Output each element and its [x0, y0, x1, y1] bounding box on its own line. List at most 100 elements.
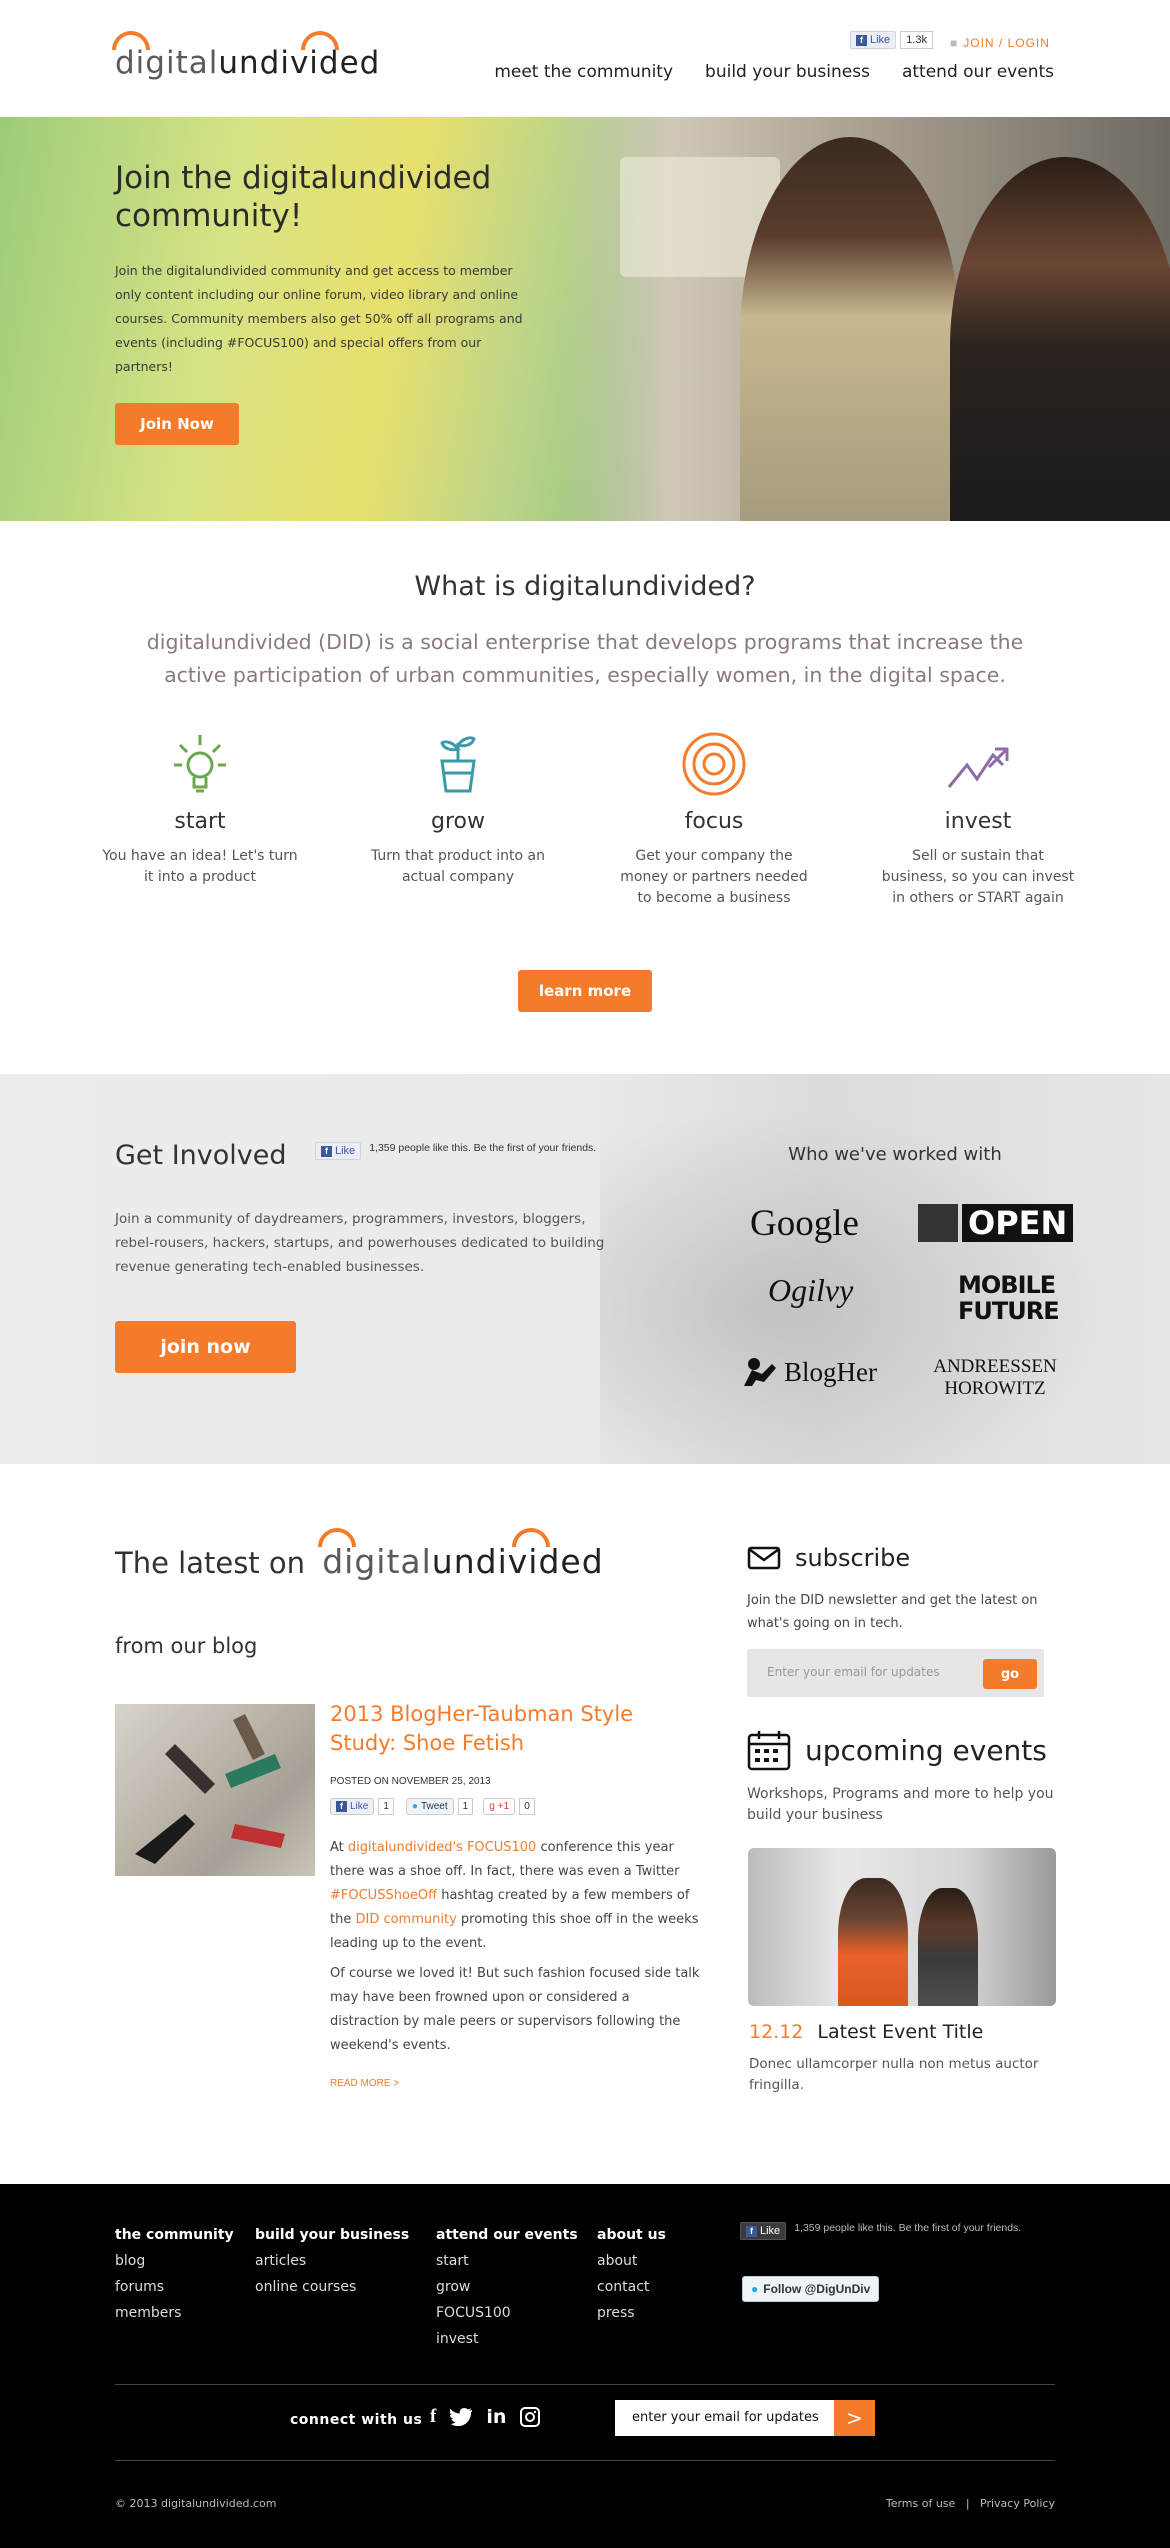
footer-link-start[interactable]: start [436, 2248, 578, 2274]
tweet-label: Tweet [420, 1801, 448, 1812]
site-footer: the community blog forums members build … [0, 2184, 1170, 2548]
divider [115, 2384, 1055, 2385]
facebook-like-button[interactable]: f Like [315, 1142, 362, 1160]
footer-col-title[interactable]: about us [597, 2222, 666, 2248]
nav-build-your-business[interactable]: build your business [705, 62, 870, 82]
hero-person-right [950, 157, 1170, 521]
event-person-left [838, 1878, 908, 2006]
event-image[interactable] [748, 1848, 1056, 2006]
facebook-like-widget: f Like 1,359 people like this. Be the fir… [315, 1142, 599, 1160]
partner-open-label: OPEN [962, 1204, 1074, 1242]
facebook-like-button[interactable]: f Like [330, 1798, 375, 1815]
instagram-icon[interactable] [520, 2407, 541, 2427]
privacy-link[interactable]: Privacy Policy [980, 2497, 1055, 2510]
google-plus-button[interactable]: g +1 [483, 1798, 516, 1815]
hero-photo [560, 117, 1170, 521]
hero-person-left [740, 137, 960, 521]
twitter-follow-label: Follow @DigUnDiv [763, 2282, 871, 2296]
terms-link[interactable]: Terms of use [886, 2497, 955, 2510]
twitter-follow-button[interactable]: ● Follow @DigUnDiv [742, 2276, 880, 2302]
footer-email-submit-button[interactable]: > [834, 2400, 875, 2436]
learn-more-button[interactable]: learn more [518, 970, 652, 1012]
footer-col-title[interactable]: attend our events [436, 2222, 578, 2248]
hero-body: Join the digitalundivided community and … [115, 263, 523, 374]
footer-col-title[interactable]: the community [115, 2222, 234, 2248]
footer-link-grow[interactable]: grow [436, 2274, 578, 2300]
footer-link-invest[interactable]: invest [436, 2326, 578, 2352]
feature-title: invest [944, 809, 1012, 834]
focus100-link[interactable]: digitalundivided's FOCUS100 [348, 1840, 536, 1855]
blog-post-thumbnail[interactable] [115, 1704, 315, 1876]
blog-post-paragraph: At digitalundivided's FOCUS100 conferenc… [330, 1836, 700, 1956]
linkedin-icon[interactable]: in [486, 2406, 506, 2428]
target-icon [682, 732, 746, 796]
chart-arrow-icon [947, 747, 1009, 788]
tweet-button[interactable]: ● Tweet [405, 1798, 454, 1815]
latest-title: The latest on digitalundivided [115, 1528, 604, 1581]
footer-link-focus100[interactable]: FOCUS100 [436, 2300, 578, 2326]
blog-post-title[interactable]: 2013 BlogHer-Taubman Style Study: Shoe F… [330, 1700, 660, 1758]
latest-section: The latest on digitalundivided from our … [0, 1464, 1170, 2184]
divider [115, 2460, 1055, 2461]
site-logo[interactable]: digitalundivided [112, 31, 380, 81]
google-plus-icon: g [489, 1801, 495, 1812]
read-more-link[interactable]: READ MORE > [330, 2078, 399, 2089]
join-now-button[interactable]: Join Now [115, 403, 239, 445]
partner-logo-ogilvy: Ogilvy [768, 1272, 854, 1308]
partner-logo-mobile-future: MOBILE FUTURE [958, 1271, 1060, 1325]
facebook-icon: f [321, 1145, 332, 1157]
get-involved-section: Get Involved f Like 1,359 people like thi… [0, 1074, 1170, 1464]
legal-links: Terms of use | Privacy Policy [886, 2497, 1055, 2510]
partner-blogher-label: BlogHer [784, 1356, 877, 1387]
plant-icon [440, 736, 476, 793]
what-is-section: What is digitalundivided? digitalundivid… [0, 521, 1170, 1074]
facebook-like-button[interactable]: f Like [740, 2222, 787, 2240]
get-involved-title: Get Involved [115, 1140, 287, 1171]
footer-link-about[interactable]: about [597, 2248, 666, 2274]
logo-arc-icon [318, 1528, 357, 1547]
footer-link-forums[interactable]: forums [115, 2274, 234, 2300]
facebook-like-count: 1.3k [900, 31, 933, 49]
footer-link-contact[interactable]: contact [597, 2274, 666, 2300]
footer-link-online-courses[interactable]: online courses [255, 2274, 409, 2300]
subscribe-title: subscribe [795, 1544, 911, 1572]
social-icons: f in [430, 2406, 541, 2428]
logo-text-digital: digital [115, 45, 219, 81]
footer-link-blog[interactable]: blog [115, 2248, 234, 2274]
blog-post-paragraph: Of course we loved it! But such fashion … [330, 1966, 700, 2053]
blog-post-excerpt: At digitalundivided's FOCUS100 conferenc… [330, 1836, 700, 2064]
facebook-like-text: 1,359 people like this. Be the first of … [369, 1142, 597, 1154]
feature-title: start [174, 809, 226, 834]
facebook-like-button[interactable]: f Like [850, 31, 897, 49]
partner-logo-a16z: ANDREESSEN HOROWITZ [933, 1356, 1057, 1399]
google-plus-count: 0 [519, 1798, 535, 1815]
twitter-icon: ● [411, 1801, 418, 1812]
subscribe-email-input[interactable]: Enter your email for updates [767, 1665, 940, 1679]
events-title: upcoming events [805, 1733, 1047, 1767]
facebook-icon[interactable]: f [430, 2406, 436, 2428]
footer-link-articles[interactable]: articles [255, 2248, 409, 2274]
facebook-like-widget: f Like 1,359 people like this. Be the fir… [740, 2222, 1024, 2240]
subscribe-go-button[interactable]: go [983, 1659, 1037, 1689]
background-photo [600, 1074, 1170, 1464]
twitter-icon: ● [751, 2282, 759, 2296]
amex-icon [918, 1204, 958, 1242]
footer-email-input[interactable]: enter your email for updates [632, 2410, 819, 2425]
footer-col-business: build your business articles online cour… [255, 2222, 409, 2300]
footer-col-title[interactable]: build your business [255, 2222, 409, 2248]
twitter-icon[interactable] [450, 2408, 473, 2426]
logo-arc-icon [301, 31, 339, 50]
hashtag-link[interactable]: #FOCUSShoeOff [330, 1888, 437, 1903]
join-now-large-button[interactable]: join now [115, 1321, 296, 1373]
google-plus-label: +1 [497, 1801, 510, 1812]
join-login-link[interactable]: ■ JOIN / LOGIN [950, 36, 1050, 50]
facebook-like-label: Like [870, 34, 891, 46]
site-header: digitalundivided f Like 1.3k ■ JOIN / LOGI… [0, 0, 1170, 117]
nav-attend-our-events[interactable]: attend our events [902, 62, 1054, 82]
footer-link-members[interactable]: members [115, 2300, 234, 2326]
did-community-link[interactable]: DID community [355, 1912, 456, 1927]
nav-meet-the-community[interactable]: meet the community [494, 62, 673, 82]
event-person-right [918, 1888, 978, 2006]
event-title-row[interactable]: 12.12 Latest Event Title [749, 2021, 983, 2043]
footer-link-press[interactable]: press [597, 2300, 666, 2326]
